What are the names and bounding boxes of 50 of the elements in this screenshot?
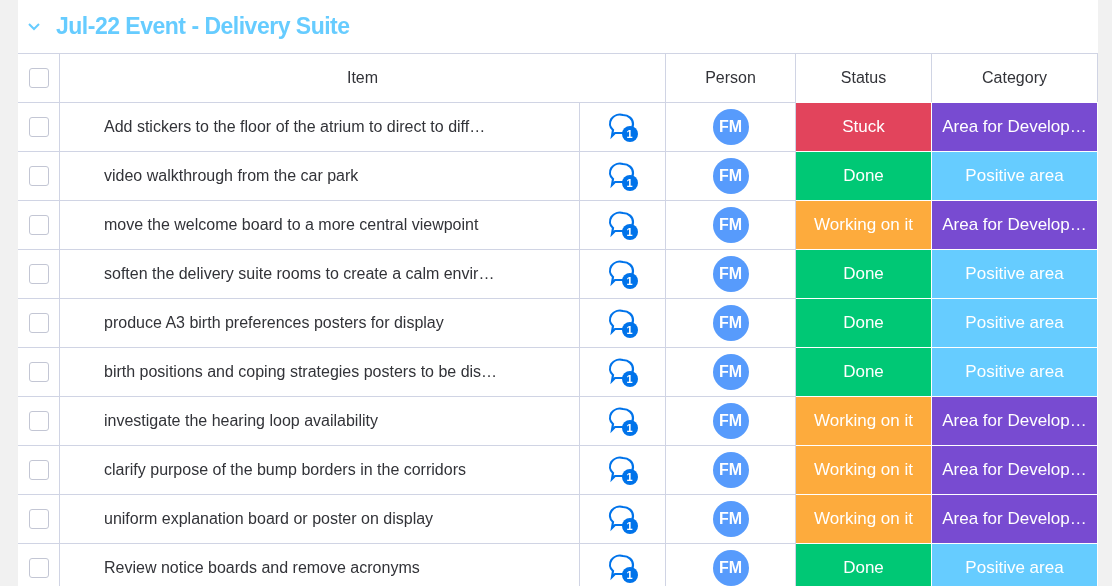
item-name[interactable]: Add stickers to the floor of the atrium to direct to diff… (60, 102, 580, 151)
checkbox[interactable] (28, 117, 49, 137)
person-avatar[interactable]: FM (712, 256, 749, 292)
checkbox[interactable] (28, 411, 49, 431)
person-avatar[interactable]: FM (712, 354, 749, 390)
update-count: 1 (621, 273, 638, 289)
checkbox[interactable] (28, 215, 49, 235)
checkbox[interactable] (28, 264, 49, 284)
update-count: 1 (621, 420, 638, 436)
person-avatar[interactable]: FM (712, 452, 749, 488)
update-count: 1 (621, 518, 638, 534)
status-label[interactable]: Stuck (796, 102, 932, 151)
checkbox[interactable] (28, 558, 49, 578)
update-count: 1 (621, 371, 638, 387)
person-avatar[interactable]: FM (712, 109, 749, 145)
person-avatar[interactable]: FM (712, 158, 749, 194)
item-name[interactable]: video walkthrough from the car park (60, 151, 580, 200)
checkbox[interactable] (28, 362, 49, 382)
item-name[interactable]: clarify purpose of the bump borders in the corridors (60, 445, 580, 494)
item-name[interactable]: investigate the hearing loop availability (60, 396, 580, 445)
item-name[interactable]: move the welcome board to a more central viewpoint (60, 200, 580, 249)
item-name[interactable]: produce A3 birth preferences posters for display (60, 298, 580, 347)
checkbox[interactable] (28, 313, 49, 333)
category-label[interactable]: Area for Develop… (932, 396, 1098, 445)
category-label[interactable]: Area for Develop… (932, 445, 1098, 494)
checkbox[interactable] (28, 68, 49, 88)
update-count: 1 (621, 322, 638, 338)
checkbox[interactable] (28, 166, 49, 186)
update-count: 1 (621, 126, 638, 142)
chevron-icon[interactable] (26, 21, 42, 32)
update-count: 1 (621, 567, 638, 583)
person-avatar[interactable]: FM (712, 550, 749, 586)
checkbox[interactable] (28, 509, 49, 529)
person-avatar[interactable]: FM (712, 305, 749, 341)
item-name[interactable]: Review notice boards and remove acronyms (60, 543, 580, 586)
column-header[interactable]: Person (666, 53, 796, 102)
item-name[interactable]: uniform explanation board or poster on display (60, 494, 580, 543)
update-count: 1 (621, 469, 638, 485)
person-avatar[interactable]: FM (712, 501, 749, 537)
column-header[interactable]: Item (60, 53, 666, 102)
update-count: 1 (621, 224, 638, 240)
checkbox[interactable] (28, 460, 49, 480)
person-avatar[interactable]: FM (712, 207, 749, 243)
category-label[interactable]: Area for Develop… (932, 494, 1098, 543)
item-name[interactable]: birth positions and coping strategies posters to be dis… (60, 347, 580, 396)
category-label[interactable]: Area for Develop… (932, 200, 1098, 249)
update-count: 1 (621, 175, 638, 191)
category-label[interactable]: Area for Develop… (932, 102, 1098, 151)
person-avatar[interactable]: FM (712, 403, 749, 439)
item-name[interactable]: soften the delivery suite rooms to create a calm envir… (60, 249, 580, 298)
